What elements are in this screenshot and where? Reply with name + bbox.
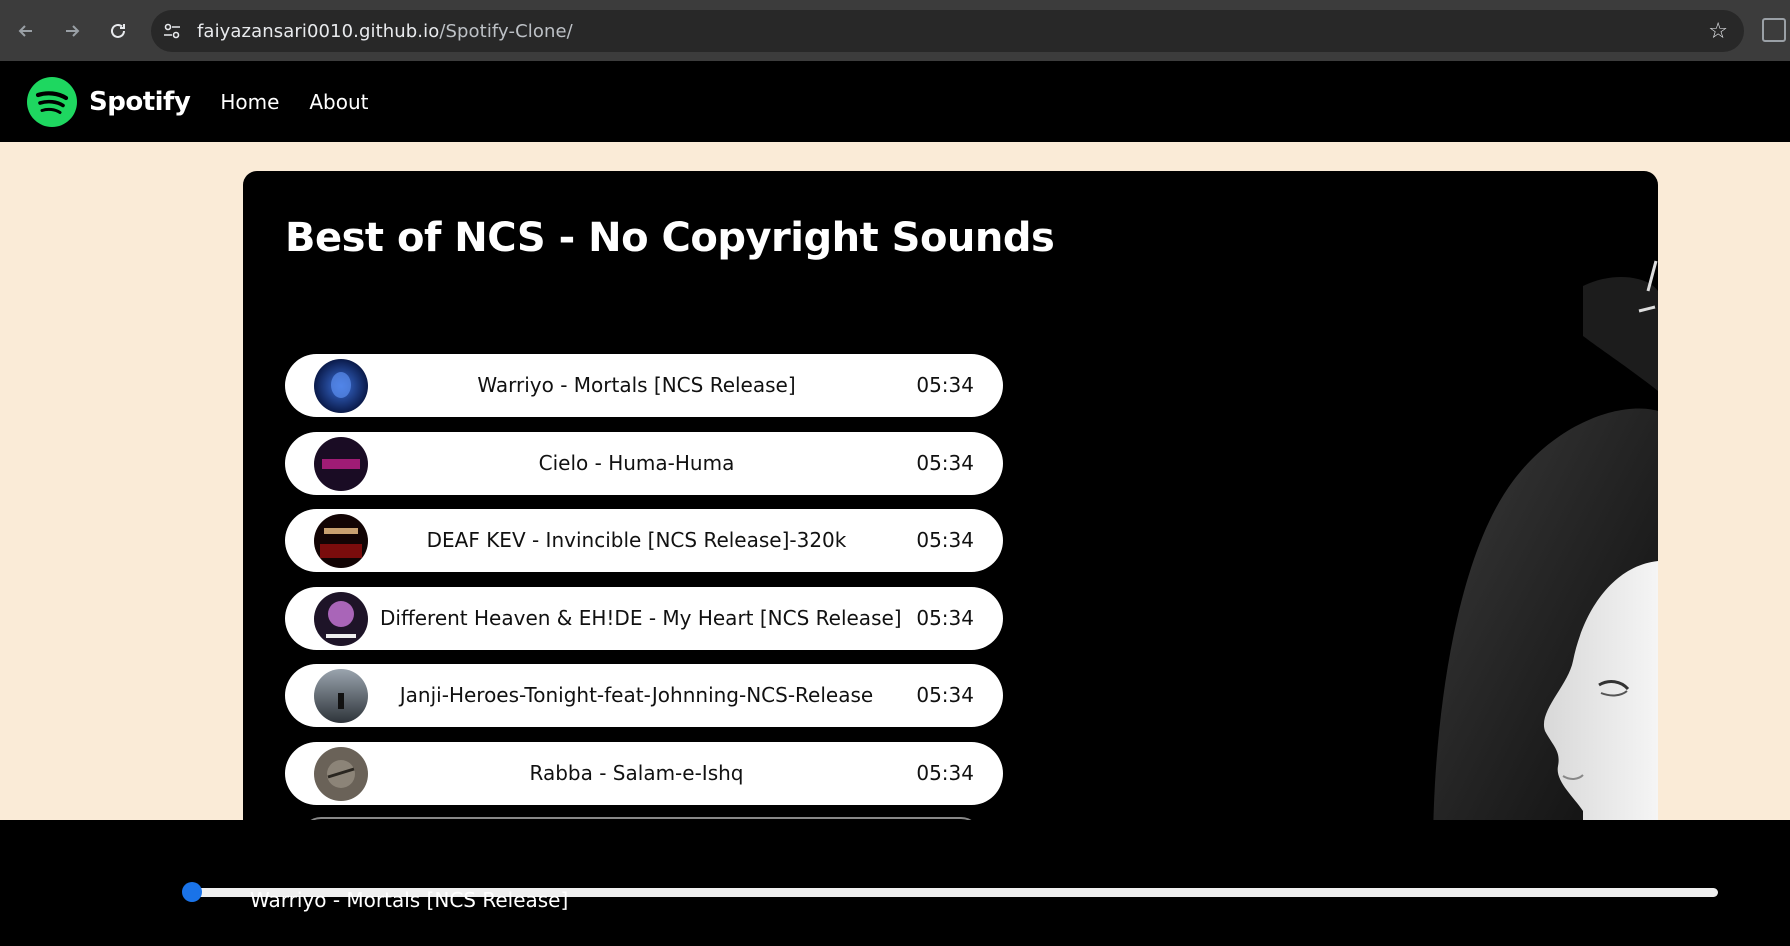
song-duration: 05:34 (916, 373, 974, 397)
arrow-right-icon (66, 24, 80, 37)
now-playing-title: Warriyo - Mortals [NCS Release] (250, 888, 569, 912)
song-item[interactable]: Warriyo - Mortals [NCS Release] 05:34 (285, 354, 1003, 417)
song-name: Different Heaven & EH!DE - My Heart [NCS… (380, 605, 902, 630)
forward-button[interactable] (52, 11, 92, 51)
hero-background-image (1283, 231, 1658, 851)
arrow-left-icon (18, 24, 32, 37)
extensions-icon[interactable] (1762, 18, 1786, 42)
nav-home-link[interactable]: Home (220, 90, 279, 114)
brand-name[interactable]: Spotify (89, 87, 191, 117)
song-item[interactable]: Rabba - Salam-e-Ishq 05:34 (285, 741, 1003, 805)
address-bar[interactable]: faiyazansari0010.github.io/Spotify-Clone… (151, 10, 1744, 52)
playlist-card: Best of NCS - No Copyright Sounds Warriy… (243, 171, 1658, 851)
player-bar: Warriyo - Mortals [NCS Release] (0, 820, 1790, 946)
song-name: Janji-Heroes-Tonight-feat-Johnning-NCS-R… (399, 683, 874, 707)
back-button[interactable] (6, 11, 46, 51)
progress-slider-knob[interactable] (182, 882, 202, 902)
song-duration: 05:34 (916, 605, 974, 630)
spotify-logo-icon[interactable] (27, 76, 77, 127)
song-name: Cielo - Huma-Huma (538, 450, 735, 475)
url-path: /Spotify-Clone/ (439, 20, 573, 42)
browser-toolbar: faiyazansari0010.github.io/Spotify-Clone… (0, 0, 1790, 61)
nav-about-link[interactable]: About (309, 90, 368, 114)
reload-icon (111, 23, 125, 38)
song-cover (314, 669, 368, 723)
song-duration: 05:34 (916, 683, 974, 707)
site-navbar: Spotify Home About (0, 61, 1790, 142)
song-cover (314, 591, 368, 646)
song-cover (314, 746, 368, 801)
song-item[interactable]: Different Heaven & EH!DE - My Heart [NCS… (285, 586, 1003, 650)
song-duration: 05:34 (916, 450, 974, 475)
song-cover (314, 514, 368, 568)
url-text[interactable]: faiyazansari0010.github.io/Spotify-Clone… (197, 21, 573, 42)
bookmark-star-icon[interactable]: ☆ (1708, 19, 1728, 44)
song-cover (314, 436, 368, 491)
song-name: DEAF KEV - Invincible [NCS Release]-320k (426, 528, 847, 552)
song-duration: 05:34 (916, 528, 974, 552)
song-cover (314, 359, 368, 413)
playlist-title: Best of NCS - No Copyright Sounds (285, 215, 1055, 261)
site-info-icon[interactable] (161, 20, 183, 42)
song-name: Rabba - Salam-e-Ishq (529, 760, 744, 785)
song-item[interactable]: Janji-Heroes-Tonight-feat-Johnning-NCS-R… (285, 664, 1003, 727)
song-duration: 05:34 (916, 760, 974, 785)
song-item[interactable]: DEAF KEV - Invincible [NCS Release]-320k… (285, 509, 1003, 572)
song-name: Warriyo - Mortals [NCS Release] (477, 373, 796, 397)
song-item[interactable]: Cielo - Huma-Huma 05:34 (285, 431, 1003, 495)
song-list: Warriyo - Mortals [NCS Release] 05:34 Ci… (285, 354, 1003, 819)
reload-button[interactable] (98, 11, 138, 51)
url-host: faiyazansari0010.github.io (197, 20, 440, 42)
